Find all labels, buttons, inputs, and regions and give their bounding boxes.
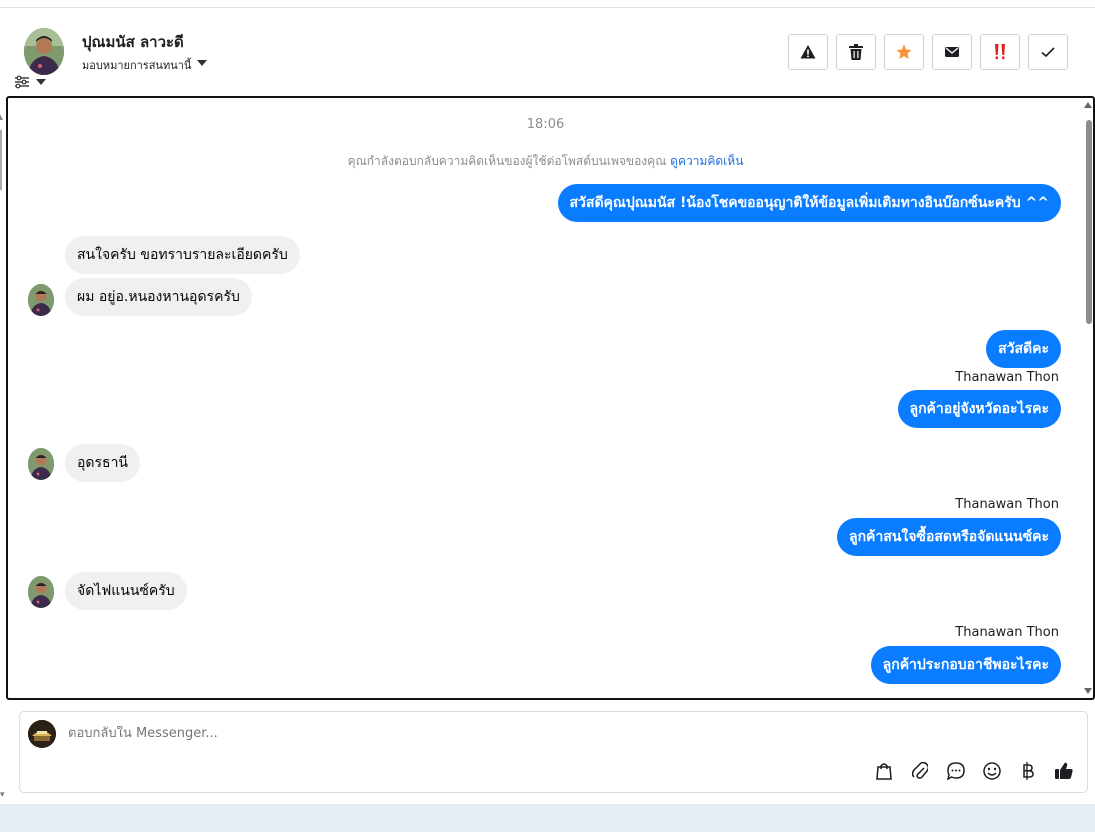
emoji-button[interactable] [981, 760, 1003, 782]
delete-button[interactable] [836, 34, 876, 70]
message-bubble-outgoing[interactable]: ลูกค้าอยู่จังหวัดอะไรคะ [897, 390, 1061, 428]
composer-toolbar [873, 760, 1075, 782]
assign-label: มอบหมายการสนทนานี้ [82, 59, 192, 72]
message-timestamp: 18:06 [526, 117, 565, 132]
sender-name: Thanawan Thon [955, 370, 1059, 385]
conversation-header: ปุณมนัส ลาวะดี มอบหมายการสนทนานี้ [0, 8, 1095, 96]
comment-reply-notice: คุณกำลังตอบกลับความคิดเห็นของผู้ใช้ต่อโพ… [8, 152, 1083, 171]
shopping-bag-button[interactable] [873, 760, 895, 782]
header-actions [788, 34, 1068, 70]
reply-input[interactable] [68, 726, 868, 741]
like-button[interactable] [1053, 760, 1075, 782]
contact-avatar[interactable] [24, 28, 64, 75]
attach-button[interactable] [909, 760, 931, 782]
message-thread[interactable]: 18:06 คุณกำลังตอบกลับความคิดเห็นของผู้ใช… [6, 96, 1095, 700]
saved-reply-icon [947, 762, 965, 780]
caret-down-icon [36, 79, 46, 85]
star-button[interactable] [884, 34, 924, 70]
message-bubble-outgoing[interactable]: สวัสดีคะ [986, 330, 1061, 368]
important-button[interactable] [980, 34, 1020, 70]
trash-icon [849, 44, 863, 60]
contact-avatar-small [28, 576, 54, 608]
contact-avatar-small [28, 448, 54, 480]
baht-icon [1023, 762, 1034, 780]
outer-scroll-down[interactable]: ▾ [0, 790, 5, 800]
sender-name: Thanawan Thon [955, 625, 1059, 640]
bottom-strip [0, 804, 1095, 832]
paperclip-icon [912, 762, 928, 779]
report-spam-button[interactable] [788, 34, 828, 70]
message-bubble-incoming[interactable]: ผม อยู่อ.หนองหานอุดรครับ [65, 278, 252, 316]
scroll-down-arrow[interactable] [1084, 688, 1092, 694]
message-bubble-incoming[interactable]: จัดไฟแนนซ์ครับ [65, 572, 187, 610]
shopping-bag-icon [876, 763, 892, 780]
mark-unread-button[interactable] [932, 34, 972, 70]
warning-icon [800, 45, 816, 59]
emoji-icon [983, 762, 1001, 780]
chevron-down-icon [197, 60, 208, 66]
view-comment-link[interactable]: ดูความคิดเห็น [670, 154, 743, 168]
message-bubble-incoming[interactable]: อุดรธานี [65, 444, 140, 482]
message-bubble-outgoing[interactable]: สวัสดีคุณปุณมนัส !น้องโชคขออนุญาติให้ข้อ… [557, 184, 1061, 222]
check-icon [1041, 47, 1055, 58]
message-bubble-outgoing[interactable]: ลูกค้าสนใจซื้อสดหรือจัดแนนซ์คะ [837, 518, 1061, 556]
double-exclamation-icon [995, 44, 1005, 60]
mark-done-button[interactable] [1028, 34, 1068, 70]
scroll-thumb[interactable] [1086, 120, 1092, 324]
message-bubble-outgoing[interactable]: ลูกค้าประกอบอาชีพอะไรคะ [870, 646, 1061, 684]
thumbs-up-icon [1055, 762, 1073, 779]
envelope-icon [945, 47, 959, 57]
payment-button[interactable] [1017, 760, 1039, 782]
notice-text: คุณกำลังตอบกลับความคิดเห็นของผู้ใช้ต่อโพ… [347, 154, 667, 168]
sliders-icon [15, 75, 29, 89]
assign-conversation-dropdown[interactable]: มอบหมายการสนทนานี้ [82, 56, 208, 74]
contact-name: ปุณมนัส ลาวะดี [82, 33, 184, 51]
reply-composer [19, 711, 1088, 793]
messenger-inbox: ปุณมนัส ลาวะดี มอบหมายการสนทนานี้ 18:06 … [0, 0, 1095, 832]
filter-toggle[interactable] [14, 74, 54, 90]
saved-replies-button[interactable] [945, 760, 967, 782]
left-scroll-indicator [0, 100, 3, 190]
page-avatar [28, 720, 56, 748]
star-icon [896, 44, 912, 59]
contact-avatar-small [28, 284, 54, 316]
scroll-up-arrow[interactable] [1084, 102, 1092, 108]
message-bubble-incoming[interactable]: สนใจครับ ขอทราบรายละเอียดครับ [65, 236, 300, 274]
sender-name: Thanawan Thon [955, 497, 1059, 512]
thread-scrollbar[interactable] [1083, 98, 1093, 698]
